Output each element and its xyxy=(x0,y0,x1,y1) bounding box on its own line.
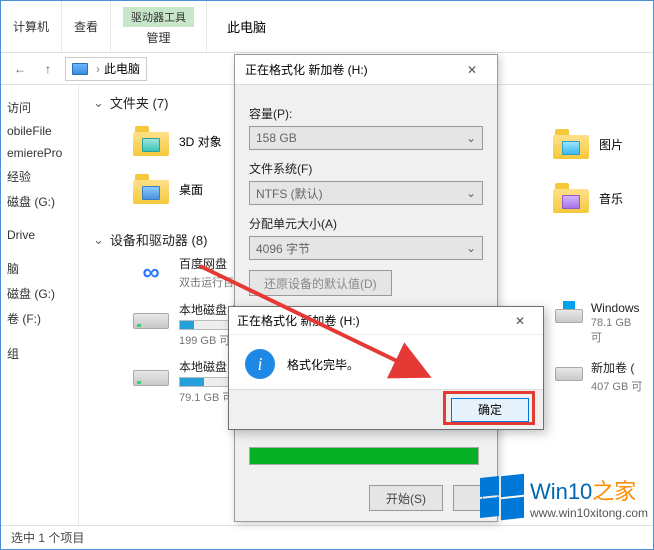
drive-name: 新加卷 ( xyxy=(591,359,642,376)
watermark-url: www.win10xitong.com xyxy=(530,506,648,520)
folder-pictures[interactable]: 图片 xyxy=(553,121,643,167)
section-title: 文件夹 (7) xyxy=(110,93,169,112)
info-icon: i xyxy=(245,349,275,379)
sidebar-item[interactable]: obileFile xyxy=(5,120,74,142)
chevron-down-icon: ⌄ xyxy=(93,95,104,111)
sidebar-item[interactable]: 卷 (F:) xyxy=(5,306,74,331)
ribbon-label: 管理 xyxy=(147,29,171,46)
progress-bar xyxy=(249,447,479,465)
allocation-label: 分配单元大小(A) xyxy=(249,215,483,232)
ribbon-label: 查看 xyxy=(74,18,98,35)
filesystem-label: 文件系统(F) xyxy=(249,160,483,177)
baidu-icon: ∞ xyxy=(133,255,169,291)
windows-logo-icon xyxy=(480,475,524,519)
close-icon[interactable]: ✕ xyxy=(457,63,487,77)
chevron-down-icon: ⌄ xyxy=(466,186,476,200)
close-button[interactable] xyxy=(453,485,483,511)
drive-icon xyxy=(133,358,169,386)
chevron-down-icon: ⌄ xyxy=(466,241,476,255)
msgbox-title: 正在格式化 新加卷 (H:) xyxy=(237,312,360,329)
pc-icon xyxy=(72,63,88,75)
drive-tools-tab: 驱动器工具 xyxy=(123,7,194,27)
select-value: 158 GB xyxy=(256,131,297,145)
ribbon-label: 计算机 xyxy=(13,18,49,35)
capacity-select[interactable]: 158 GB ⌄ xyxy=(249,126,483,150)
ribbon-tab-computer[interactable]: 计算机 xyxy=(1,1,62,52)
path-text: 此电脑 xyxy=(104,60,140,77)
select-value: 4096 字节 xyxy=(256,240,310,257)
chevron-down-icon: ⌄ xyxy=(93,232,104,248)
right-drives: Windows 78.1 GB 可 新加卷 ( 407 GB 可 xyxy=(555,301,645,408)
section-title: 设备和驱动器 (8) xyxy=(110,230,208,249)
drive-icon xyxy=(555,359,583,381)
dialog-titlebar[interactable]: 正在格式化 新加卷 (H:) ✕ xyxy=(235,55,497,85)
drive-sub: 407 GB 可 xyxy=(591,378,642,394)
drive-windows[interactable]: Windows 78.1 GB 可 xyxy=(555,301,645,345)
start-button[interactable]: 开始(S) xyxy=(369,485,443,511)
message-box: 正在格式化 新加卷 (H:) ✕ i 格式化完毕。 确定 xyxy=(228,306,544,430)
folder-label: 桌面 xyxy=(179,181,203,198)
path-box[interactable]: › 此电脑 xyxy=(65,57,147,81)
sidebar-item[interactable]: Drive xyxy=(5,224,74,246)
folder-icon xyxy=(553,183,589,213)
back-button[interactable]: ← xyxy=(9,58,31,80)
status-text: 选中 1 个项目 xyxy=(11,529,84,546)
folder-icon xyxy=(553,129,589,159)
folder-label: 3D 对象 xyxy=(179,133,222,150)
sidebar: 访问 obileFile emierePro 经验 磁盘 (G:) Drive … xyxy=(1,85,79,525)
folder-label: 图片 xyxy=(599,136,623,153)
chevron-down-icon: ⌄ xyxy=(466,131,476,145)
window-title: 此电脑 xyxy=(207,1,286,52)
allocation-select[interactable]: 4096 字节 ⌄ xyxy=(249,236,483,260)
ribbon: 计算机 查看 驱动器工具 管理 此电脑 xyxy=(1,1,653,53)
filesystem-select[interactable]: NTFS (默认) ⌄ xyxy=(249,181,483,205)
sidebar-item[interactable]: emierePro xyxy=(5,142,74,164)
watermark-title: Win10之家 xyxy=(530,474,648,506)
folder-music[interactable]: 音乐 xyxy=(553,175,643,221)
drive-name: Windows xyxy=(591,301,645,315)
up-button[interactable]: ↑ xyxy=(37,58,59,80)
watermark: Win10之家 www.win10xitong.com xyxy=(480,474,648,520)
drive-icon xyxy=(555,301,583,323)
capacity-label: 容量(P): xyxy=(249,105,483,122)
drive-icon xyxy=(133,301,169,329)
drive-new-volume[interactable]: 新加卷 ( 407 GB 可 xyxy=(555,359,645,394)
folder-icon xyxy=(133,126,169,156)
folder-label: 音乐 xyxy=(599,190,623,207)
select-value: NTFS (默认) xyxy=(256,185,323,202)
annotation-highlight xyxy=(443,391,535,425)
ribbon-tab-view[interactable]: 查看 xyxy=(62,1,111,52)
msgbox-titlebar[interactable]: 正在格式化 新加卷 (H:) ✕ xyxy=(229,307,543,335)
restore-defaults-button[interactable]: 还原设备的默认值(D) xyxy=(249,270,392,296)
msgbox-message: 格式化完毕。 xyxy=(287,356,359,373)
folder-icon xyxy=(133,174,169,204)
ribbon-tab-drive-tools[interactable]: 驱动器工具 管理 xyxy=(111,1,207,52)
sidebar-item[interactable]: 访问 xyxy=(5,95,74,120)
sidebar-item[interactable]: 经验 xyxy=(5,164,74,189)
dialog-title: 正在格式化 新加卷 (H:) xyxy=(245,61,368,78)
sidebar-item[interactable]: 磁盘 (G:) xyxy=(5,189,74,214)
close-icon[interactable]: ✕ xyxy=(505,314,535,328)
format-dialog: 正在格式化 新加卷 (H:) ✕ 容量(P): 158 GB ⌄ 文件系统(F)… xyxy=(234,54,498,522)
sidebar-item[interactable]: 组 xyxy=(5,341,74,366)
sidebar-item[interactable]: 脑 xyxy=(5,256,74,281)
drive-sub: 78.1 GB 可 xyxy=(591,317,645,345)
status-bar: 选中 1 个项目 xyxy=(1,525,653,549)
chevron-right-icon: › xyxy=(96,62,100,76)
sidebar-item[interactable]: 磁盘 (G:) xyxy=(5,281,74,306)
